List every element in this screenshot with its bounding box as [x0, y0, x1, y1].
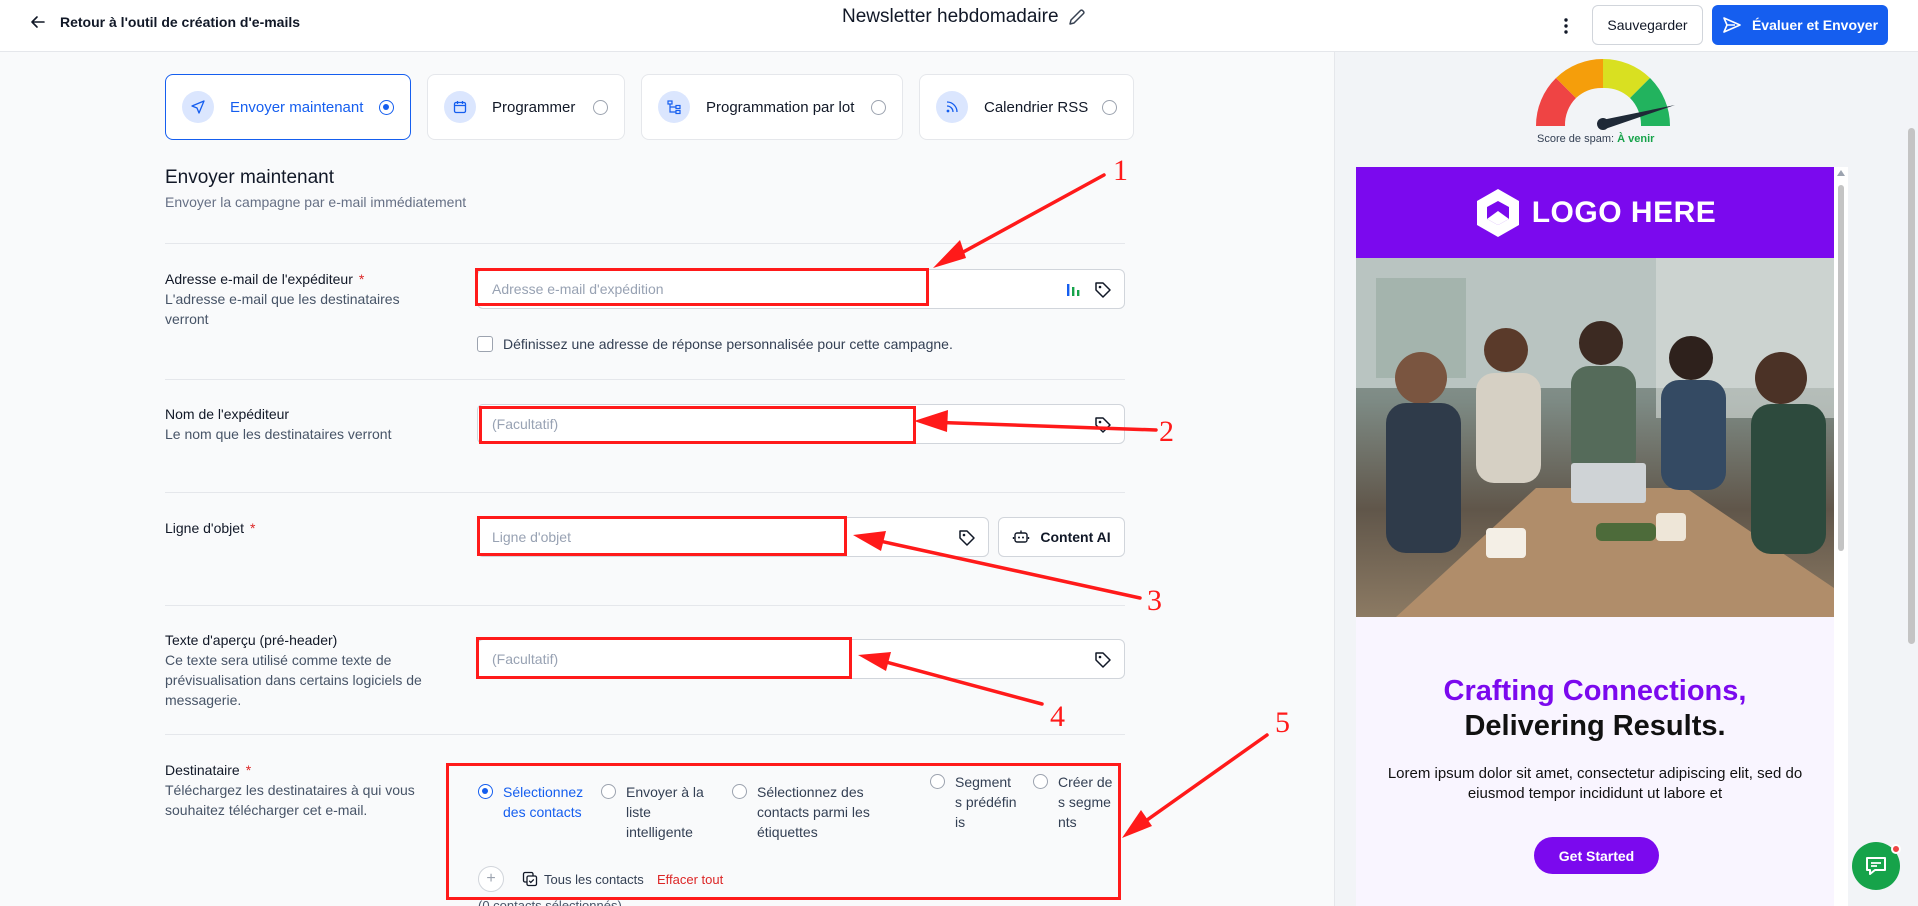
arrow-left-icon: [31, 16, 45, 28]
top-bar: Retour à l'outil de création d'e-mails N…: [0, 0, 1918, 52]
annotation-box-1: [475, 268, 929, 306]
pencil-icon[interactable]: [1067, 7, 1087, 27]
required-marker: *: [358, 271, 365, 287]
tab-batch-schedule[interactable]: Programmation par lot: [641, 74, 903, 140]
tab-radio[interactable]: [1102, 99, 1117, 115]
annotation-box-3: [477, 516, 847, 556]
sender-email-description: L'adresse e-mail que les destinataires v…: [165, 291, 400, 327]
send-icon: [1723, 17, 1741, 33]
scroll-up-arrow-icon[interactable]: [1837, 170, 1845, 176]
annotation-number-5: 5: [1275, 706, 1290, 739]
email-hero-image: [1356, 258, 1834, 617]
divider: [165, 605, 1125, 606]
evaluate-send-button[interactable]: Évaluer et Envoyer: [1712, 5, 1888, 45]
divider: [165, 243, 1125, 244]
section-title: Envoyer maintenant: [165, 167, 334, 188]
email-headline-1: Crafting Connections,: [1443, 675, 1747, 707]
annotation-box-4: [476, 637, 852, 679]
back-link[interactable]: Retour à l'outil de création d'e-mails: [30, 14, 300, 30]
campaign-title[interactable]: Newsletter hebdomadaire: [842, 6, 1087, 28]
content-ai-button[interactable]: Content AI: [998, 517, 1125, 557]
sender-email-label: Adresse e-mail de l'expéditeur *: [165, 271, 365, 287]
hierarchy-icon: [667, 100, 681, 115]
email-preview: LOGO HERE Crafting Connections, Deliveri…: [1356, 167, 1834, 906]
recipients-description: Téléchargez les destinataires à qui vous…: [165, 782, 415, 818]
robot-icon: [1013, 530, 1030, 543]
annotation-box-2: [479, 406, 916, 444]
save-button[interactable]: Sauvegarder: [1592, 5, 1703, 45]
required-marker: *: [245, 762, 252, 778]
tab-rss-calendar[interactable]: Calendrier RSS: [919, 74, 1134, 140]
tag-icon[interactable]: [957, 528, 977, 548]
hexagon-logo-icon: [1476, 188, 1519, 237]
merge-field-icon[interactable]: [1065, 282, 1081, 298]
required-marker: *: [249, 520, 256, 536]
annotation-number-2: 2: [1159, 415, 1174, 448]
section-subtitle: Envoyer la campagne par e-mail immédiate…: [165, 194, 467, 210]
content-ai-label: Content AI: [1040, 529, 1111, 545]
annotation-box-5: [446, 763, 1121, 900]
tag-icon[interactable]: [1093, 650, 1113, 670]
subject-label: Ligne d'objet *: [165, 520, 256, 536]
send-icon: [191, 100, 205, 114]
tab-label: Calendrier RSS: [984, 98, 1089, 116]
tab-label: Programmation par lot: [706, 98, 855, 116]
spam-score-label: Score de spam: À venir: [1537, 133, 1655, 145]
spam-score-value: À venir: [1617, 133, 1655, 145]
back-link-label: Retour à l'outil de création d'e-mails: [60, 14, 301, 30]
annotation-number-4: 4: [1050, 700, 1065, 733]
sender-name-description: Le nom que les destinataires verront: [165, 426, 392, 442]
divider: [165, 492, 1125, 493]
email-logo-text: LOGO HERE: [1531, 195, 1717, 229]
tag-icon[interactable]: [1093, 415, 1113, 435]
preheader-label: Texte d'aperçu (pré-header): [165, 632, 338, 648]
tab-label: Programmer: [492, 98, 576, 116]
tab-radio[interactable]: [379, 99, 394, 115]
divider: [165, 379, 1125, 380]
divider: [165, 734, 1125, 735]
tab-label: Envoyer maintenant: [230, 98, 364, 116]
rss-icon: [946, 101, 958, 113]
chat-bubble-icon: [1866, 857, 1886, 875]
more-options-button[interactable]: [1556, 14, 1576, 38]
recipients-label: Destinataire *: [165, 762, 252, 778]
custom-reply-label: Définissez une adresse de réponse person…: [503, 336, 953, 352]
annotation-number-3: 3: [1147, 584, 1162, 617]
evaluate-send-label: Évaluer et Envoyer: [1751, 17, 1879, 33]
email-cta-button[interactable]: Get Started: [1534, 837, 1659, 874]
campaign-title-text: Newsletter hebdomadaire: [842, 6, 1059, 27]
spam-score-gauge: [1535, 58, 1675, 130]
calendar-icon: [453, 101, 467, 114]
kebab-menu-icon: [1564, 18, 1568, 34]
page-scrollbar-thumb[interactable]: [1908, 128, 1915, 644]
tab-radio[interactable]: [593, 99, 608, 115]
tag-icon[interactable]: [1093, 280, 1113, 300]
preview-scrollbar-thumb[interactable]: [1838, 185, 1844, 551]
tab-send-now[interactable]: Envoyer maintenant: [165, 74, 411, 140]
team-photo-illustration: [1356, 258, 1834, 617]
custom-reply-checkbox[interactable]: [477, 336, 493, 352]
email-headline-2: Delivering Results.: [1464, 710, 1726, 742]
sender-name-label: Nom de l'expéditeur: [165, 406, 290, 422]
email-body-text: Lorem ipsum dolor sit amet, consectetur …: [1387, 765, 1803, 802]
tab-schedule[interactable]: Programmer: [427, 74, 625, 140]
preheader-description: Ce texte sera utilisé comme texte de pré…: [165, 652, 422, 708]
email-logo-band: LOGO HERE: [1356, 167, 1834, 258]
notification-dot: [1891, 844, 1901, 854]
annotation-number-1: 1: [1113, 154, 1128, 187]
tab-radio[interactable]: [871, 99, 886, 115]
